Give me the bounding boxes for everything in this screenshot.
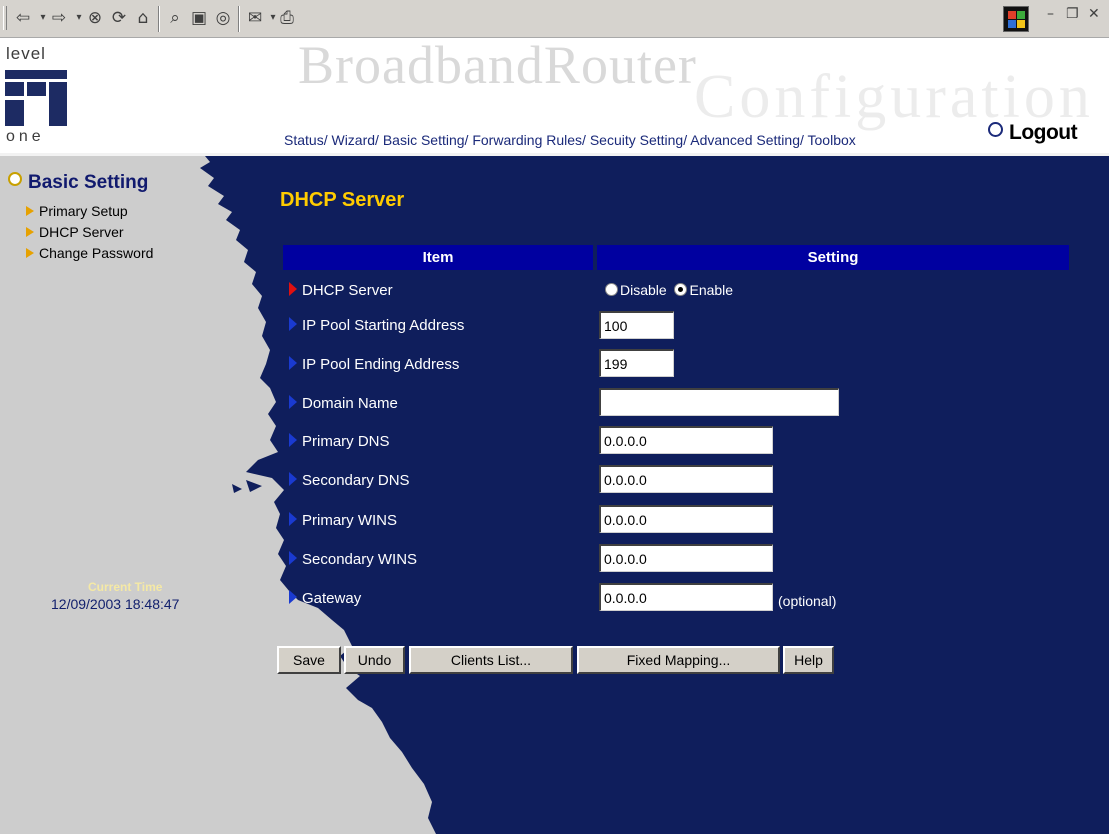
dhcp-enable-radio[interactable] <box>674 283 688 296</box>
row-label-ip-pool-end: IP Pool Ending Address <box>289 356 459 373</box>
row-label-domain-name: Domain Name <box>289 395 398 412</box>
row-label-text: Secondary WINS <box>302 551 418 568</box>
logout-link[interactable]: Logout <box>988 121 1078 145</box>
history-icon[interactable]: ◎ <box>212 7 234 29</box>
dhcp-server-radio-group: Disable Enable <box>605 282 733 298</box>
row-label-primary-wins: Primary WINS <box>289 512 397 529</box>
sidebar-heading[interactable]: Basic Setting <box>8 172 148 194</box>
nav-security-setting[interactable]: Secuity Setting/ <box>590 132 687 148</box>
ip-pool-end-input[interactable] <box>599 349 674 377</box>
restore-icon[interactable]: ❐ <box>1066 6 1079 22</box>
clients-list-button[interactable]: Clients List... <box>409 646 573 674</box>
nav-status[interactable]: Status/ <box>284 132 328 148</box>
toolbar-separator <box>158 6 160 32</box>
row-arrow-icon <box>289 433 297 447</box>
row-arrow-icon <box>289 356 297 370</box>
row-arrow-icon <box>289 317 297 331</box>
sidebar-item-label: Change Password <box>39 245 154 261</box>
row-label-dhcp-server: DHCP Server <box>289 282 393 299</box>
page-title: DHCP Server <box>280 189 405 211</box>
primary-dns-input[interactable] <box>599 426 773 454</box>
undo-button[interactable]: Undo <box>344 646 405 674</box>
header-title: BroadbandRouter <box>298 35 697 95</box>
sidebar-heading-label: Basic Setting <box>28 172 149 193</box>
browser-toolbar: ⇦ ▾ ⇨ ▾ ⊗ ⟳ ⌂ ⌕ ▣ ◎ ✉ ▾ ⎙ – ❐ ✕ <box>0 0 1109 38</box>
secondary-wins-input[interactable] <box>599 544 773 572</box>
row-label-primary-dns: Primary DNS <box>289 433 390 450</box>
fixed-mapping-button[interactable]: Fixed Mapping... <box>577 646 780 674</box>
nav-wizard[interactable]: Wizard/ <box>331 132 378 148</box>
nav-toolbox[interactable]: Toolbox <box>808 132 856 148</box>
row-label-gateway: Gateway <box>289 590 361 607</box>
row-label-text: Primary DNS <box>302 433 390 450</box>
column-header-item: Item <box>283 245 593 270</box>
logo-text-bottom: one <box>6 128 45 145</box>
search-icon[interactable]: ⌕ <box>164 7 186 29</box>
close-icon[interactable]: ✕ <box>1088 6 1100 22</box>
top-nav: Status/ Wizard/ Basic Setting/ Forwardin… <box>284 132 856 148</box>
favorites-icon[interactable]: ▣ <box>188 7 210 29</box>
row-arrow-icon <box>289 590 297 604</box>
bullet-arrow-icon <box>26 227 34 237</box>
windows-logo-icon <box>1003 6 1029 32</box>
dhcp-enable-label: Enable <box>689 282 734 298</box>
refresh-icon[interactable]: ⟳ <box>108 7 130 29</box>
domain-name-input[interactable] <box>599 388 839 416</box>
row-label-text: IP Pool Ending Address <box>302 356 460 373</box>
current-time-value: 12/09/2003 18:48:47 <box>51 596 180 612</box>
back-icon[interactable]: ⇦ <box>12 7 34 29</box>
row-label-secondary-dns: Secondary DNS <box>289 472 410 489</box>
nav-forwarding-rules[interactable]: Forwarding Rules/ <box>472 132 586 148</box>
row-label-text: Domain Name <box>302 395 398 412</box>
save-button[interactable]: Save <box>277 646 341 674</box>
print-icon[interactable]: ⎙ <box>276 7 298 29</box>
sidebar-item-label: DHCP Server <box>39 224 124 240</box>
row-arrow-icon <box>289 395 297 409</box>
bullet-arrow-icon <box>26 206 34 216</box>
forward-icon[interactable]: ⇨ <box>48 7 70 29</box>
nav-basic-setting[interactable]: Basic Setting/ <box>383 132 469 148</box>
ip-pool-start-input[interactable] <box>599 311 674 339</box>
row-label-ip-pool-start: IP Pool Starting Address <box>289 317 464 334</box>
help-button[interactable]: Help <box>783 646 834 674</box>
row-arrow-icon <box>289 282 297 296</box>
gateway-optional-note: (optional) <box>778 593 837 609</box>
row-arrow-icon <box>289 512 297 526</box>
column-header-setting: Setting <box>597 245 1069 270</box>
row-label-text: DHCP Server <box>302 282 393 299</box>
dhcp-disable-label: Disable <box>620 282 667 298</box>
logo-text-top: level <box>6 44 46 63</box>
levelone-logo-icon <box>5 70 67 126</box>
row-label-text: Secondary DNS <box>302 472 410 489</box>
toolbar-grip <box>3 6 7 30</box>
gateway-input[interactable] <box>599 583 773 611</box>
heading-bullet-icon <box>8 172 22 186</box>
logout-bullet-icon <box>988 122 1003 137</box>
minimize-icon[interactable]: – <box>1047 6 1054 22</box>
sidebar-item-primary-setup[interactable]: Primary Setup <box>26 203 128 219</box>
row-label-text: Gateway <box>302 590 362 607</box>
stop-icon[interactable]: ⊗ <box>84 7 106 29</box>
row-label-text: IP Pool Starting Address <box>302 317 465 334</box>
row-arrow-icon <box>289 551 297 565</box>
row-arrow-icon <box>289 472 297 486</box>
sidebar-item-dhcp-server[interactable]: DHCP Server <box>26 224 124 240</box>
row-label-secondary-wins: Secondary WINS <box>289 551 417 568</box>
sidebar-item-change-password[interactable]: Change Password <box>26 245 153 261</box>
nav-advanced-setting[interactable]: Advanced Setting/ <box>690 132 804 148</box>
current-time-label: Current Time <box>88 580 163 594</box>
logout-label: Logout <box>1009 121 1078 144</box>
home-icon[interactable]: ⌂ <box>132 7 154 29</box>
dhcp-disable-radio[interactable] <box>605 283 618 296</box>
primary-wins-input[interactable] <box>599 505 773 533</box>
bullet-arrow-icon <box>26 248 34 258</box>
sidebar-item-label: Primary Setup <box>39 203 128 219</box>
row-label-text: Primary WINS <box>302 512 397 529</box>
toolbar-separator <box>238 6 240 32</box>
secondary-dns-input[interactable] <box>599 465 773 493</box>
